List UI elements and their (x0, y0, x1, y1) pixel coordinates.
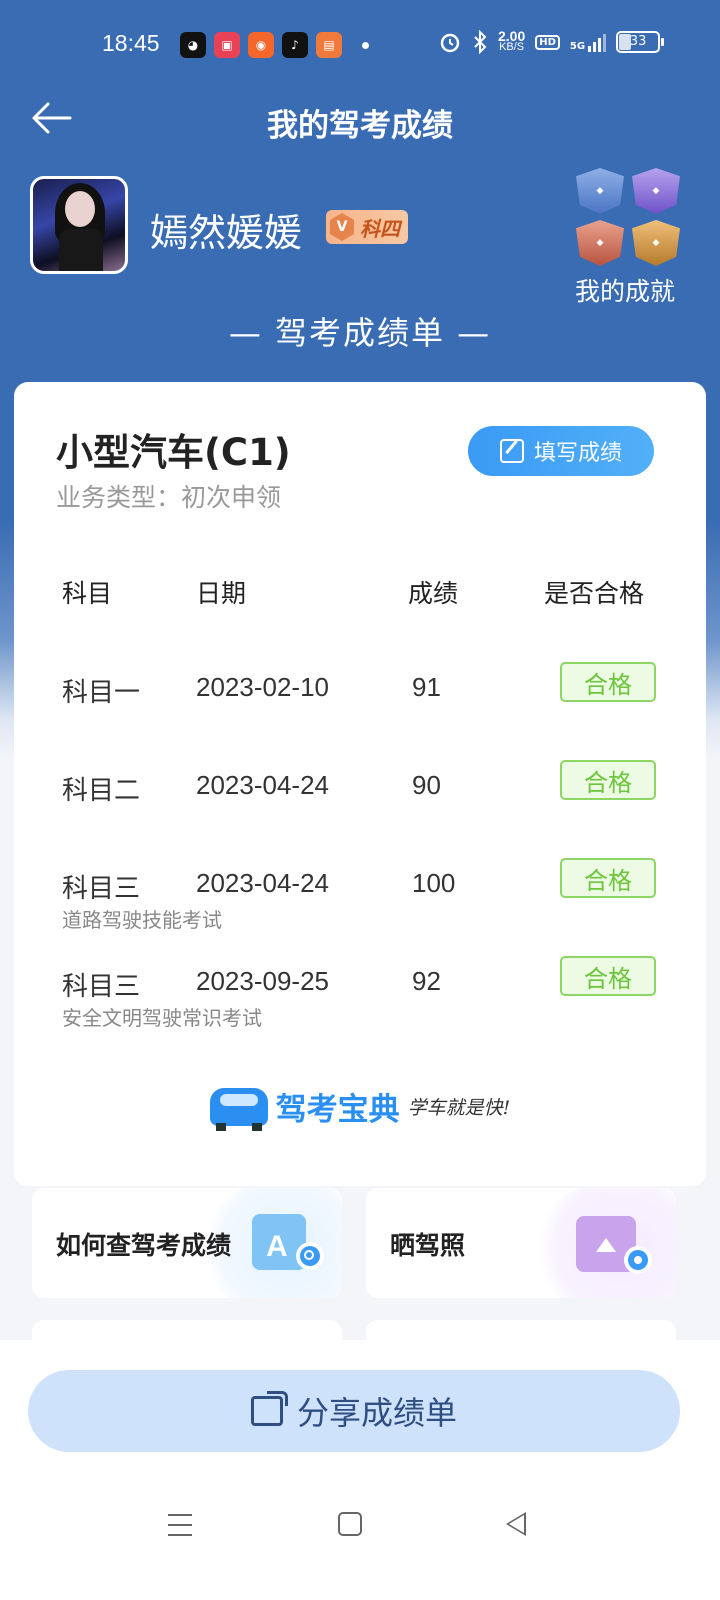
level-badge: V 科四 (326, 210, 408, 244)
row-note: 安全文明驾驶常识考试 (62, 1006, 262, 1030)
table-row: 科目三 2023-09-25 92 合格 安全文明驾驶常识考试 (14, 956, 706, 1056)
score-card: 小型汽车(C1) 业务类型：初次申领 填写成绩 科目 日期 成绩 是否合格 科目… (14, 382, 706, 1186)
achievements-label: 我的成就 (574, 277, 675, 306)
vehicle-type: 小型汽车(C1) (56, 431, 291, 474)
tiktok-icon: ♪ (282, 32, 308, 58)
row-subject: 科目二 (62, 776, 141, 806)
pass-badge: 合格 (560, 858, 656, 898)
achievements-button[interactable]: ◆ ◆ ◆ ◆ 我的成就 (570, 168, 680, 308)
brand-slogan: 学车就是快! (407, 1097, 511, 1119)
notification-icons: ◕ ▣ ◉ ♪ ▤ (180, 32, 342, 58)
menu-icon[interactable] (168, 1514, 192, 1536)
share-icon (250, 1391, 288, 1426)
battery-icon: 33 (616, 31, 665, 53)
row-date: 2023-04-24 (196, 868, 329, 898)
alarm-icon (440, 33, 460, 53)
header-date: 日期 (196, 579, 247, 608)
header-subject: 科目 (62, 579, 113, 608)
system-navigation (0, 1508, 720, 1548)
row-date: 2023-04-24 (196, 770, 329, 800)
qq-icon: ◕ (180, 32, 206, 58)
row-score: 91 (412, 672, 441, 702)
row-subject: 科目一 (62, 678, 141, 708)
medal-icon-3: ◆ (576, 220, 624, 266)
v-badge-icon: V (330, 213, 354, 241)
hd-badge: HD (535, 34, 560, 50)
bluetooth-icon (474, 30, 487, 54)
medal-icon-4: ◆ (632, 220, 680, 266)
business-type: 业务类型：初次申领 (56, 483, 282, 512)
row-subject: 科目三 (62, 874, 141, 904)
pass-badge: 合格 (560, 956, 656, 996)
status-indicators: 2.00 KB/S HD 5G 33 (438, 28, 665, 54)
edit-icon (499, 439, 524, 463)
pass-badge: 合格 (560, 662, 656, 702)
medal-icon-2: ◆ (632, 168, 680, 214)
home-icon[interactable] (338, 1512, 362, 1536)
row-note: 道路驾驶技能考试 (62, 908, 222, 932)
table-row: 科目二 2023-04-24 90 合格 (14, 760, 706, 860)
username: 嫣然媛媛 (150, 211, 303, 255)
how-to-check-score-tile[interactable]: 如何查驾考成绩 A (32, 1188, 342, 1298)
table-row: 科目三 2023-04-24 100 合格 道路驾驶技能考试 (14, 858, 706, 958)
avatar[interactable] (30, 176, 128, 274)
row-score: 100 (412, 868, 456, 898)
header-score: 成绩 (408, 579, 459, 608)
svg-text:A: A (266, 1230, 288, 1263)
tile-label: 如何查驾考成绩 (56, 1231, 232, 1260)
fill-score-button[interactable]: 填写成绩 (468, 426, 654, 476)
row-date: 2023-09-25 (196, 966, 329, 996)
search-doc-icon: A (252, 1214, 324, 1270)
photo-icon (576, 1216, 652, 1274)
more-notifications-dot (362, 42, 369, 49)
share-scores-button[interactable]: 分享成绩单 (28, 1370, 680, 1452)
system-back-icon[interactable] (506, 1512, 526, 1536)
row-score: 90 (412, 770, 441, 800)
book-app-icon: ▤ (316, 32, 342, 58)
header-pass: 是否合格 (544, 579, 645, 608)
shopping-app-icon: ▣ (214, 32, 240, 58)
status-bar: 18:45 ◕ ▣ ◉ ♪ ▤ 2.00 KB/S HD 5G 33 (0, 0, 720, 90)
status-time: 18:45 (102, 30, 160, 56)
medal-icon-1: ◆ (576, 168, 624, 214)
kuaishou-icon: ◉ (248, 32, 274, 58)
car-logo-icon (209, 1087, 268, 1131)
table-row: 科目一 2023-02-10 91 合格 (14, 662, 706, 762)
tile-label: 晒驾照 (390, 1231, 466, 1260)
brand-name: 驾考宝典 (275, 1092, 400, 1128)
net-speed: 2.00 KB/S (498, 28, 526, 53)
brand-logo: 驾考宝典 学车就是快! (14, 1084, 706, 1131)
show-license-tile[interactable]: 晒驾照 (366, 1188, 676, 1298)
row-date: 2023-02-10 (196, 672, 329, 702)
bottom-bar: 分享成绩单 (0, 1340, 720, 1600)
signal-icon: 5G (570, 32, 607, 52)
section-title: — 驾考成绩单 — (228, 314, 492, 352)
pass-badge: 合格 (560, 760, 656, 800)
row-score: 92 (412, 966, 441, 996)
page-title: 我的驾考成绩 (267, 108, 453, 144)
row-subject: 科目三 (62, 972, 141, 1002)
